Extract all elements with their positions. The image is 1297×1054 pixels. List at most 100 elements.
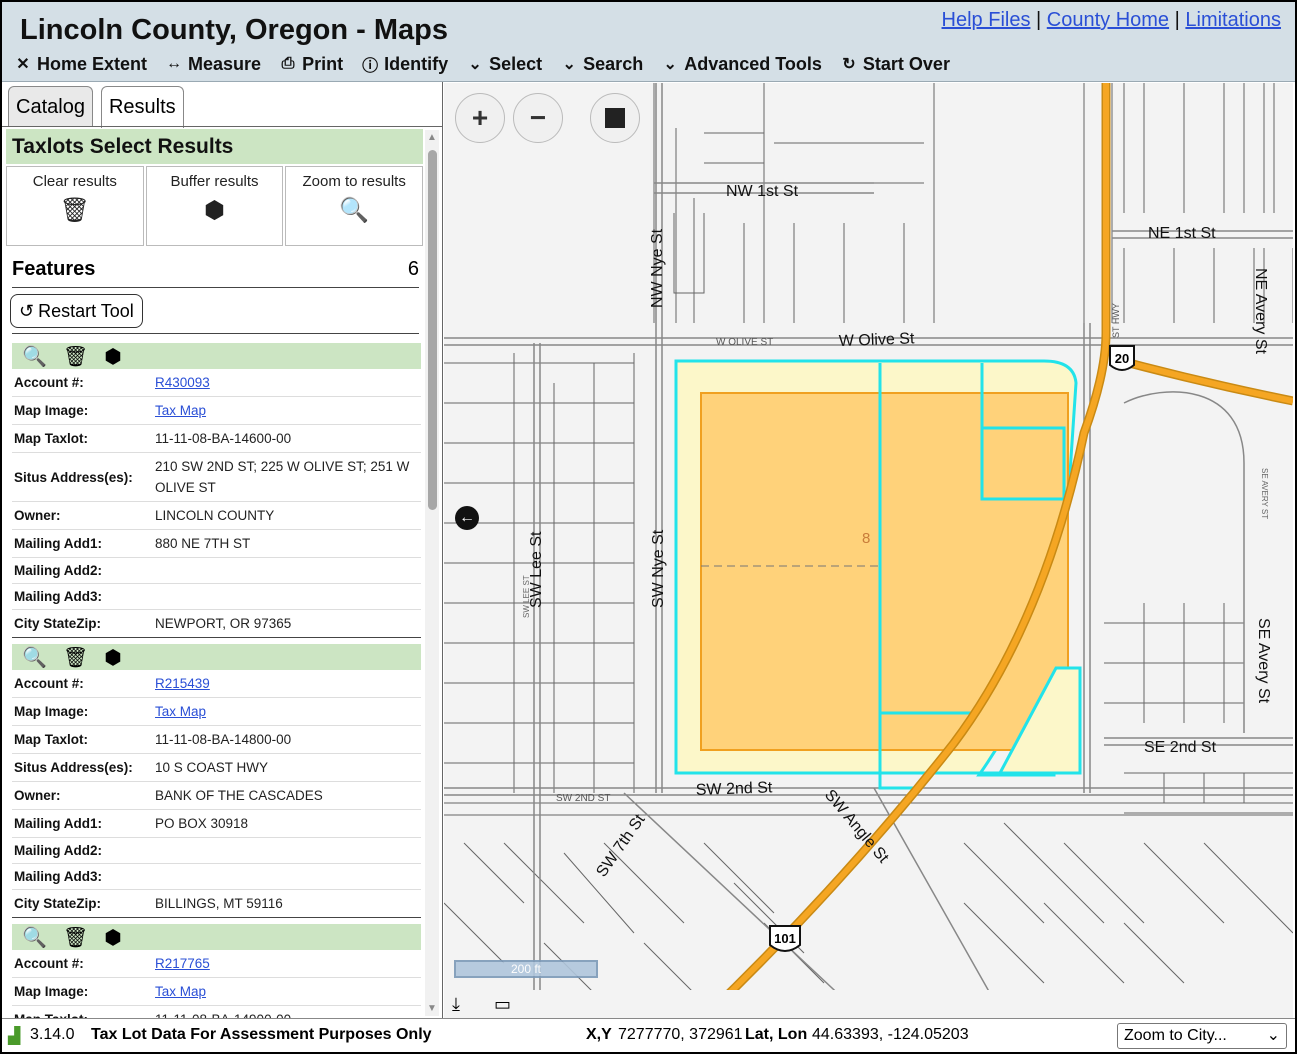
account-link[interactable]: R430093 [155,369,421,396]
results-scrollbar[interactable]: ▲ ▼ [425,130,439,1016]
street-label: NW 1st St [726,183,799,200]
zoom-in-icon[interactable]: 🔍 [22,645,47,670]
scroll-up-icon[interactable]: ▲ [427,132,437,143]
arrow-left-icon[interactable]: ← [455,506,479,530]
search-tool[interactable]: ⌄ Search [560,52,643,76]
tab-catalog[interactable]: Catalog [8,86,93,126]
trash-icon[interactable]: 🗑 [63,925,88,950]
street-label: SW 7th St [593,811,649,880]
map-bottom-bar: ⤓ ▭ [444,990,1293,1018]
zoom-out-button[interactable]: − [513,93,563,143]
record-row: Situs Address(es): 210 SW 2ND ST; 225 W O… [12,453,421,502]
app-header: Lincoln County, Oregon - Maps Help Files… [2,2,1295,82]
panel-tabs: Catalog Results [8,86,184,128]
chevron-down-icon: ⌄ [1266,1027,1280,1044]
record-row: City StateZip: BILLINGS, MT 59116 [12,890,421,918]
scroll-thumb[interactable] [428,150,437,510]
basemap-toggle-button[interactable] [590,93,640,143]
features-count: 6 [407,258,419,280]
start-over-tool[interactable]: ↻ Start Over [840,52,950,76]
buffer-icon[interactable]: ⬢ [104,344,121,369]
field-value: BILLINGS, MT 59116 [155,896,283,911]
field-label: Mailing Add2: [14,563,102,578]
account-link[interactable]: R215439 [155,670,421,697]
select-tool[interactable]: ⌄ Select [466,52,542,76]
field-label: Mailing Add2: [14,843,102,858]
zoom-to-results-button[interactable]: Zoom to results 🔍 [285,166,424,246]
app-title: Lincoln County, Oregon - Maps [20,14,449,46]
street-label: NW Nye St [649,228,666,308]
street-label: SW Nye St [650,529,667,608]
tool-label: Measure [188,53,262,74]
app-logo-icon: ▟ [8,1028,21,1045]
latlon-label: Lat, Lon [745,1026,808,1043]
field-value [155,568,421,574]
tab-divider [2,126,442,127]
street-label: W OLIVE ST [716,337,773,348]
window-icon[interactable]: ▭ [494,994,511,1015]
field-value: BANK OF THE CASCADES [155,788,323,803]
restart-tool-button[interactable]: ↺ Restart Tool [10,294,143,328]
street-label: SW LEE ST [522,575,531,618]
buffer-icon[interactable]: ⬢ [104,925,121,950]
zoom-in-button[interactable]: + [455,93,505,143]
tax-map-link[interactable]: Tax Map [155,978,421,1005]
xy-value: 7277770, 372961 [618,1026,743,1043]
record-row: Mailing Add2: [12,558,421,584]
home-extent-tool[interactable]: ✕ Home Extent [14,52,147,76]
scale-bar: 200 ft [454,960,598,978]
zoom-to-city-select[interactable]: Zoom to City... ⌄ [1117,1023,1287,1049]
street-label: SW 2nd St [696,779,774,799]
field-label: Map Image: [14,704,89,719]
map-view[interactable]: 20 101 NW 1st St NE 1st St NW Nye St NE … [444,83,1293,1018]
tax-map-link[interactable]: Tax Map [155,397,421,424]
zoom-in-icon[interactable]: 🔍 [22,344,47,369]
county-home-link[interactable]: County Home [1047,9,1169,31]
status-footer: ▟ 3.14.0 Tax Lot Data For Assessment Pur… [2,1018,1295,1052]
field-label: Account #: [14,676,84,691]
download-icon[interactable]: ⤓ [452,994,460,1015]
main-toolbar: ✕ Home Extent ↔ Measure ⎙ Print ⓘ Identify ⌄… [14,52,950,76]
clear-results-button[interactable]: Clear results 🗑 [6,166,144,246]
chevron-circle-icon: ⌄ [663,56,677,73]
tool-label: Select [489,53,543,74]
field-label: City StateZip: [14,616,102,631]
scroll-down-icon[interactable]: ▼ [427,1003,437,1014]
tab-results[interactable]: Results [100,86,184,128]
zoom-in-icon[interactable]: 🔍 [22,925,47,950]
record-row: Map Image: Tax Map [12,978,421,1006]
buffer-icon: ⬢ [204,197,225,224]
account-link[interactable]: R217765 [155,950,421,977]
buffer-icon[interactable]: ⬢ [104,645,121,670]
field-label: Account #: [14,375,84,390]
tool-label: Advanced Tools [684,53,822,74]
field-label: Map Taxlot: [14,732,88,747]
print-icon: ⎙ [281,55,295,72]
trash-icon[interactable]: 🗑 [63,344,88,369]
tool-label: Start Over [862,53,950,74]
limitations-link[interactable]: Limitations [1185,9,1281,31]
square-icon [605,108,625,128]
field-label: Map Image: [14,403,89,418]
identify-tool[interactable]: ⓘ Identify [361,52,448,76]
results-actions: Clear results 🗑 Buffer results ⬢ Zoom to r… [6,166,424,246]
chevron-circle-icon: ⌄ [562,56,576,73]
selected-parcels[interactable] [674,359,1082,790]
buffer-results-button[interactable]: Buffer results ⬢ [145,166,284,246]
xy-label: X,Y [586,1026,612,1043]
advanced-tools[interactable]: ⌄ Advanced Tools [661,52,822,76]
restart-icon: ↺ [19,301,35,321]
trash-icon[interactable]: 🗑 [63,645,88,670]
measure-tool[interactable]: ↔ Measure [165,52,261,76]
record-row: Map Taxlot:11-11-08-BA-14900-00 [12,1006,421,1018]
map-canvas[interactable]: 20 101 NW 1st St NE 1st St NW Nye St NE … [444,83,1293,1018]
street-label: SW 2ND ST [556,793,610,804]
field-label: Mailing Add1: [14,816,102,831]
field-value: NEWPORT, OR 97365 [155,616,292,631]
help-files-link[interactable]: Help Files [942,9,1031,31]
tax-map-link[interactable]: Tax Map [155,698,421,725]
record-row: Mailing Add2: [12,838,421,864]
street-label: ST HWY [1111,303,1121,338]
print-tool[interactable]: ⎙ Print [279,52,343,76]
street-label: SE AVERY ST [1260,468,1269,519]
